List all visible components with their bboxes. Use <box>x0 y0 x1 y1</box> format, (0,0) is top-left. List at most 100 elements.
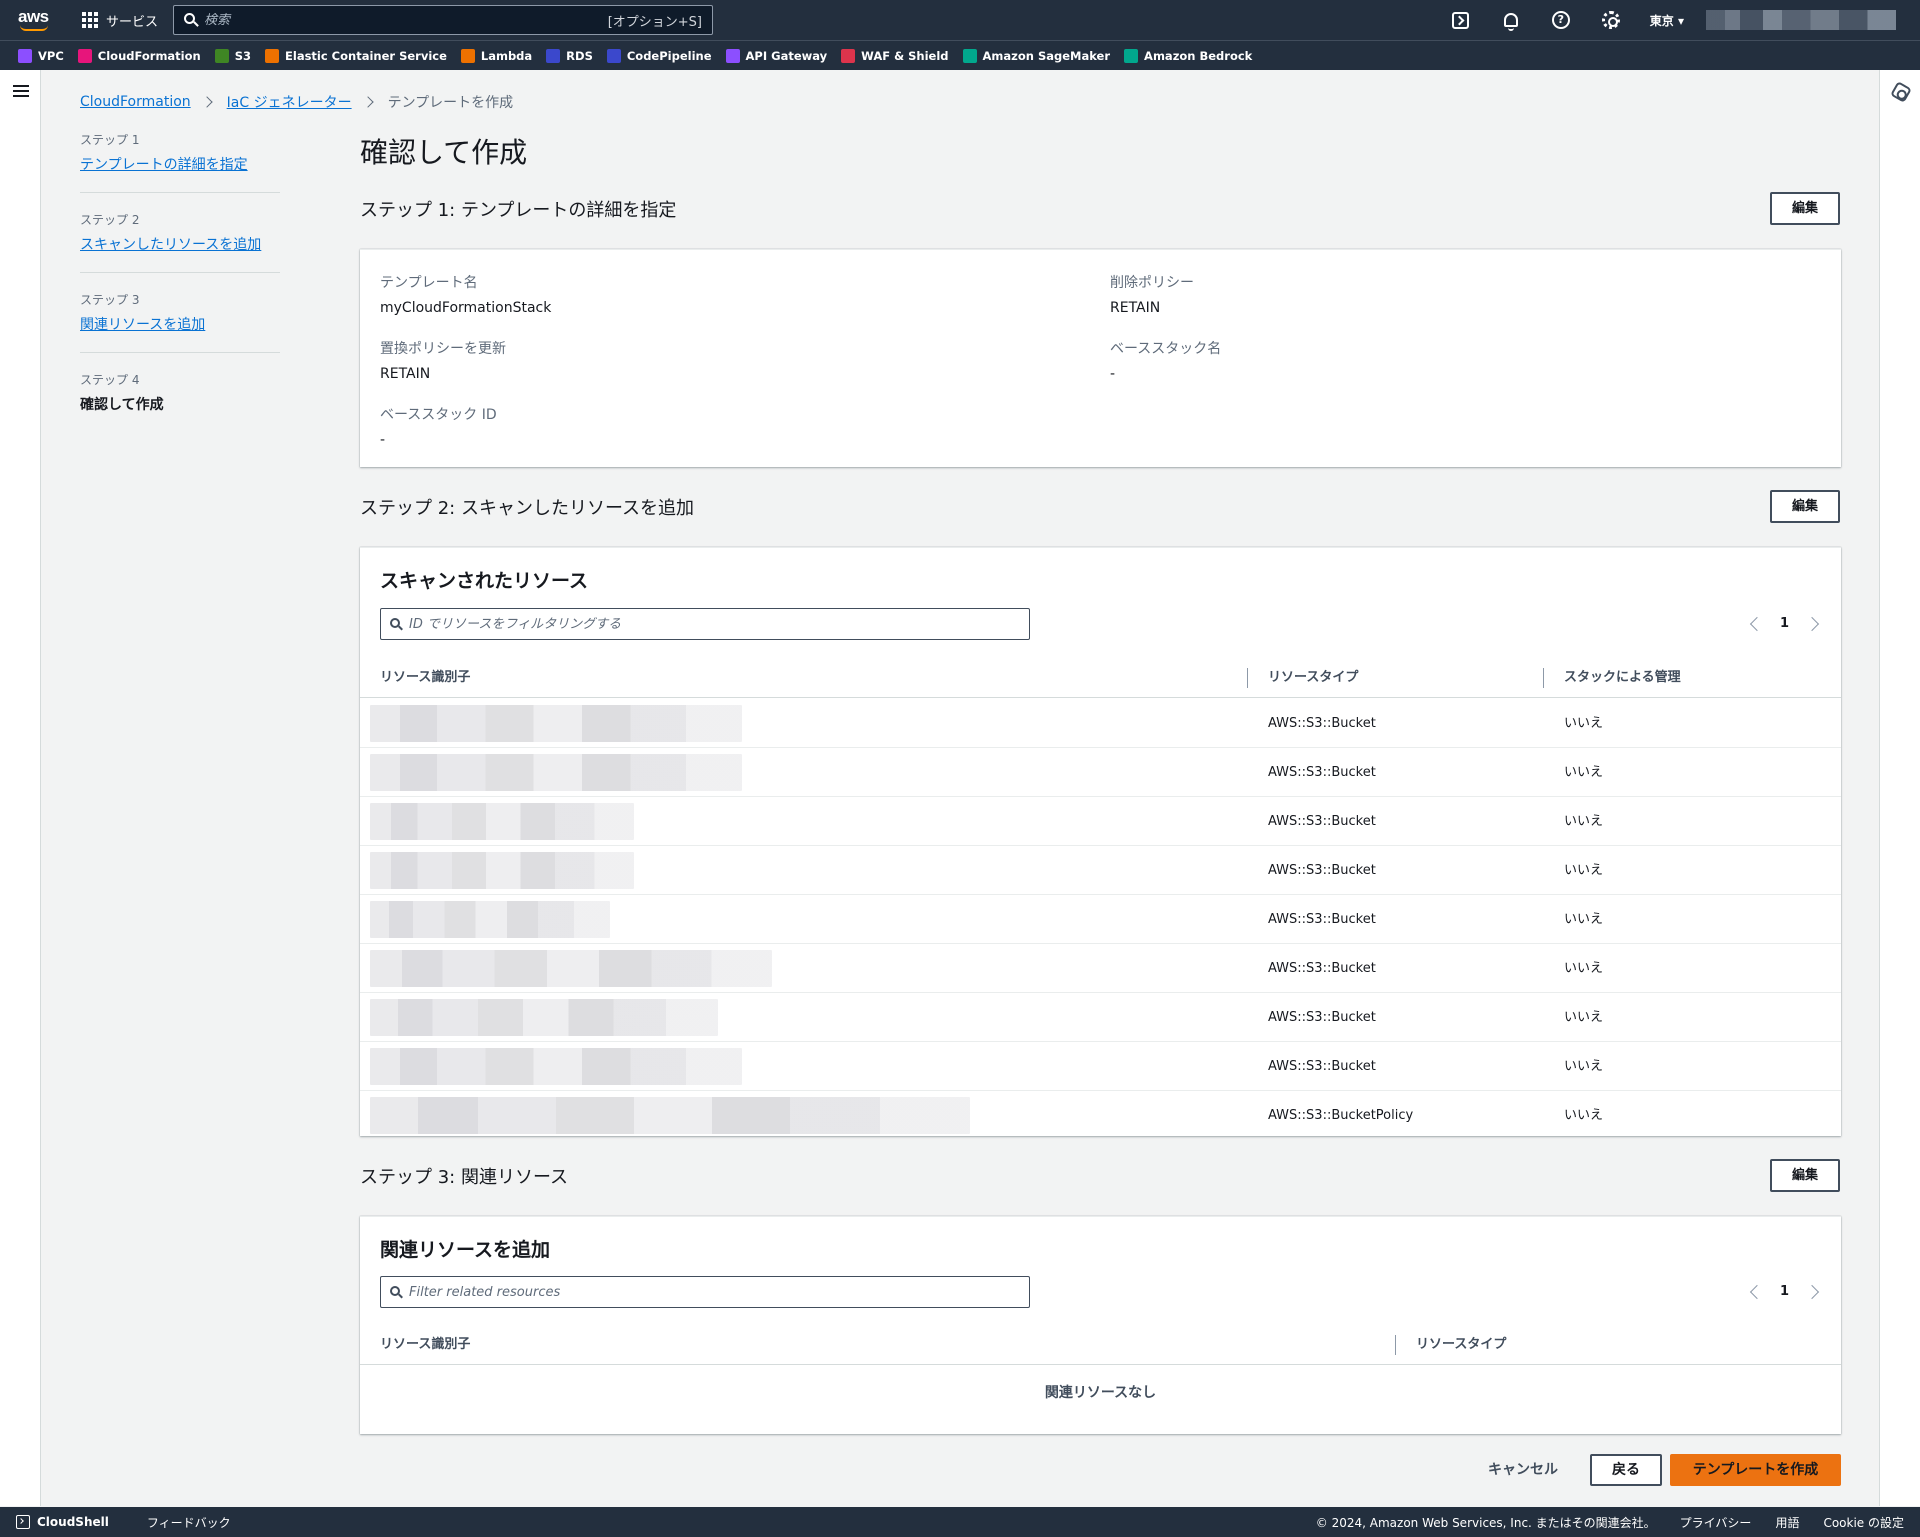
edit-step3-button[interactable]: 編集 <box>1770 1159 1840 1192</box>
field-deletion-policy: 削除ポリシー RETAIN <box>1110 272 1194 316</box>
fav-api-gateway[interactable]: API Gateway <box>725 48 827 63</box>
breadcrumb-iac-generator[interactable]: IaC ジェネレーター <box>227 92 352 112</box>
related-resources-filter[interactable] <box>380 1276 1030 1308</box>
global-search[interactable]: [オプション+S] <box>173 5 713 35</box>
resource-type-cell: AWS::S3::Bucket <box>1268 765 1376 780</box>
column-divider[interactable] <box>1247 668 1248 688</box>
field-label: 置換ポリシーを更新 <box>380 341 506 357</box>
tools-panel-icon[interactable] <box>1890 81 1912 103</box>
fav-label: CloudFormation <box>97 48 201 63</box>
aws-logo[interactable]: aws <box>18 7 52 33</box>
table-row[interactable]: AWS::S3::Bucket いいえ <box>360 748 1841 797</box>
gear-icon[interactable] <box>1599 8 1623 32</box>
fav-label: WAF & Shield <box>861 48 949 63</box>
menu-icon[interactable] <box>13 85 29 97</box>
chevron-right-icon[interactable] <box>1804 1284 1820 1299</box>
table-row[interactable]: AWS::S3::Bucket いいえ <box>360 895 1841 944</box>
edit-step2-button[interactable]: 編集 <box>1770 490 1840 523</box>
account-menu[interactable] <box>1706 10 1896 30</box>
api-gateway-icon <box>725 48 740 63</box>
help-icon[interactable]: ? <box>1549 8 1573 32</box>
fav-vpc[interactable]: VPC <box>18 48 64 63</box>
chevron-right-icon[interactable] <box>1804 616 1820 631</box>
table-row[interactable]: AWS::S3::Bucket いいえ <box>360 846 1841 895</box>
services-menu-button[interactable]: サービス <box>82 8 158 32</box>
fav-sagemaker[interactable]: Amazon SageMaker <box>962 48 1110 63</box>
privacy-link[interactable]: プライバシー <box>1680 1514 1752 1531</box>
wizard-step-4: ステップ 4 確認して作成 <box>80 371 280 432</box>
waf-icon <box>841 48 856 63</box>
field-update-replace-policy: 置換ポリシーを更新 RETAIN <box>380 338 506 382</box>
section2-title: ステップ 2: スキャンしたリソースを追加 <box>360 498 695 519</box>
scanned-resources-filter[interactable] <box>380 608 1030 640</box>
step-link-template-details[interactable]: テンプレートの詳細を指定 <box>80 157 248 173</box>
create-template-button[interactable]: テンプレートを作成 <box>1670 1454 1841 1486</box>
related-resources-title: 関連リソースを追加 <box>380 1239 551 1261</box>
table-row[interactable]: AWS::S3::BucketPolicy いいえ <box>360 1091 1841 1140</box>
step-link-related-resources[interactable]: 関連リソースを追加 <box>80 317 205 333</box>
page-number[interactable]: 1 <box>1780 1284 1789 1299</box>
cloudshell-icon[interactable] <box>1449 8 1473 32</box>
column-divider[interactable] <box>1395 1335 1396 1355</box>
fav-codepipeline[interactable]: CodePipeline <box>606 48 712 63</box>
search-input[interactable] <box>204 12 608 28</box>
cloudshell-button[interactable]: CloudShell <box>16 1515 109 1529</box>
fav-label: CodePipeline <box>626 48 712 63</box>
fav-s3[interactable]: S3 <box>214 48 251 63</box>
cookie-settings-link[interactable]: Cookie の設定 <box>1823 1514 1904 1531</box>
step-link-scanned-resources[interactable]: スキャンしたリソースを追加 <box>80 237 261 253</box>
wizard-step-3: ステップ 3 関連リソースを追加 <box>80 291 280 353</box>
column-resource-type[interactable]: リソースタイプ <box>1268 658 1358 698</box>
fav-ecs[interactable]: Elastic Container Service <box>265 48 447 63</box>
console-footer: CloudShell フィードバック © 2024, Amazon Web Se… <box>0 1507 1920 1537</box>
cancel-button[interactable]: キャンセル <box>1478 1454 1568 1486</box>
fav-rds[interactable]: RDS <box>546 48 593 63</box>
terms-link[interactable]: 用語 <box>1775 1514 1799 1531</box>
resource-type-cell: AWS::S3::Bucket <box>1268 912 1376 927</box>
scanned-table-header: リソース識別子 リソースタイプ スタックによる管理 <box>360 658 1841 698</box>
fav-label: VPC <box>38 48 64 63</box>
step-number: ステップ 4 <box>80 373 140 387</box>
field-value: RETAIN <box>380 366 431 382</box>
chevron-left-icon[interactable] <box>1749 1284 1765 1299</box>
table-row[interactable]: AWS::S3::Bucket いいえ <box>360 993 1841 1042</box>
column-stack-managed[interactable]: スタックによる管理 <box>1564 658 1681 698</box>
fav-label: Amazon Bedrock <box>1144 48 1253 63</box>
redacted-resource-id <box>370 1097 970 1134</box>
table-row[interactable]: AWS::S3::Bucket いいえ <box>360 944 1841 993</box>
page-number[interactable]: 1 <box>1780 616 1789 631</box>
related-filter-input[interactable] <box>409 1284 1029 1300</box>
edit-step1-button[interactable]: 編集 <box>1770 192 1840 225</box>
resource-type-cell: AWS::S3::Bucket <box>1268 814 1376 829</box>
table-row[interactable]: AWS::S3::Bucket いいえ <box>360 797 1841 846</box>
wizard-step-1: ステップ 1 テンプレートの詳細を指定 <box>80 131 280 193</box>
stack-managed-cell: いいえ <box>1564 1108 1604 1123</box>
stack-managed-cell: いいえ <box>1564 961 1604 976</box>
chevron-left-icon[interactable] <box>1749 616 1765 631</box>
back-button[interactable]: 戻る <box>1590 1454 1662 1486</box>
redacted-resource-id <box>370 705 742 742</box>
related-pagination: 1 <box>1749 1284 1820 1299</box>
cloudformation-icon <box>77 48 92 63</box>
breadcrumb-cloudformation[interactable]: CloudFormation <box>80 94 191 110</box>
step-number: ステップ 2 <box>80 213 140 227</box>
s3-icon <box>214 48 229 63</box>
table-row[interactable]: AWS::S3::Bucket いいえ <box>360 699 1841 748</box>
fav-bedrock[interactable]: Amazon Bedrock <box>1124 48 1253 63</box>
vpc-icon <box>18 48 32 63</box>
table-row[interactable]: AWS::S3::Bucket いいえ <box>360 1042 1841 1091</box>
fav-cloudformation[interactable]: CloudFormation <box>77 48 201 63</box>
region-selector[interactable]: 東京 ▾ <box>1650 12 1684 29</box>
nav-right: ? 東京 ▾ <box>1436 0 1920 40</box>
fav-waf-shield[interactable]: WAF & Shield <box>841 48 949 63</box>
bell-icon[interactable] <box>1499 8 1523 32</box>
feedback-link[interactable]: フィードバック <box>147 1514 231 1531</box>
column-resource-id[interactable]: リソース識別子 <box>380 1325 470 1365</box>
column-resource-id[interactable]: リソース識別子 <box>380 658 470 698</box>
fav-lambda[interactable]: Lambda <box>460 48 532 63</box>
column-divider[interactable] <box>1543 668 1544 688</box>
resource-filter-input[interactable] <box>409 616 1029 632</box>
resource-type-cell: AWS::S3::Bucket <box>1268 961 1376 976</box>
column-resource-type[interactable]: リソースタイプ <box>1416 1325 1506 1365</box>
resource-type-cell: AWS::S3::BucketPolicy <box>1268 1108 1414 1123</box>
